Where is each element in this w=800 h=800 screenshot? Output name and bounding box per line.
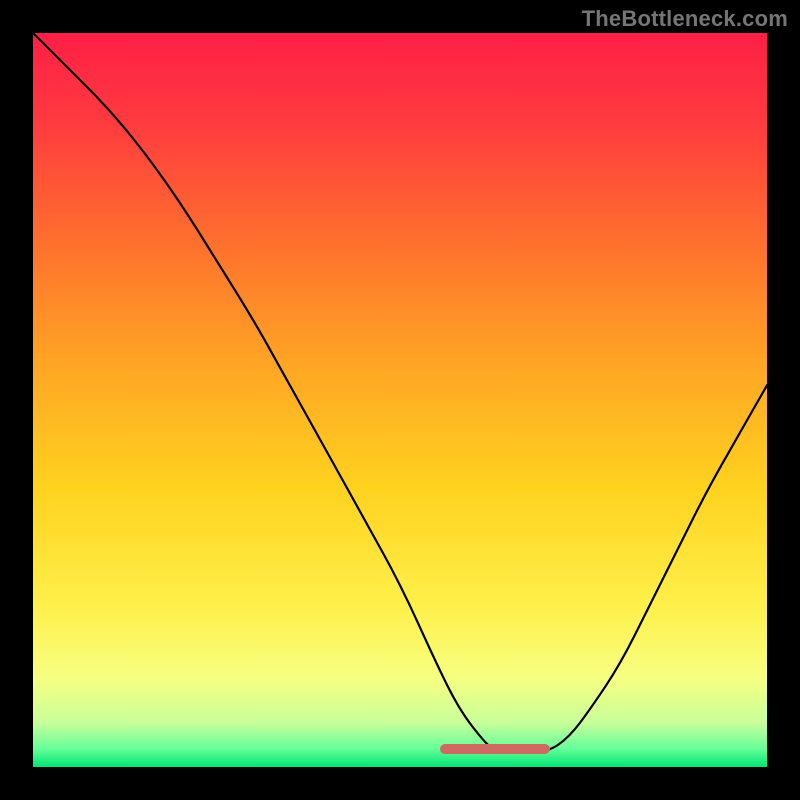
bottleneck-curve [33,33,767,752]
chart-stage: TheBottleneck.com [0,0,800,800]
plot-area [33,33,767,767]
watermark-text: TheBottleneck.com [582,6,788,32]
curve-layer [33,33,767,767]
optimal-range-marker [440,744,550,754]
